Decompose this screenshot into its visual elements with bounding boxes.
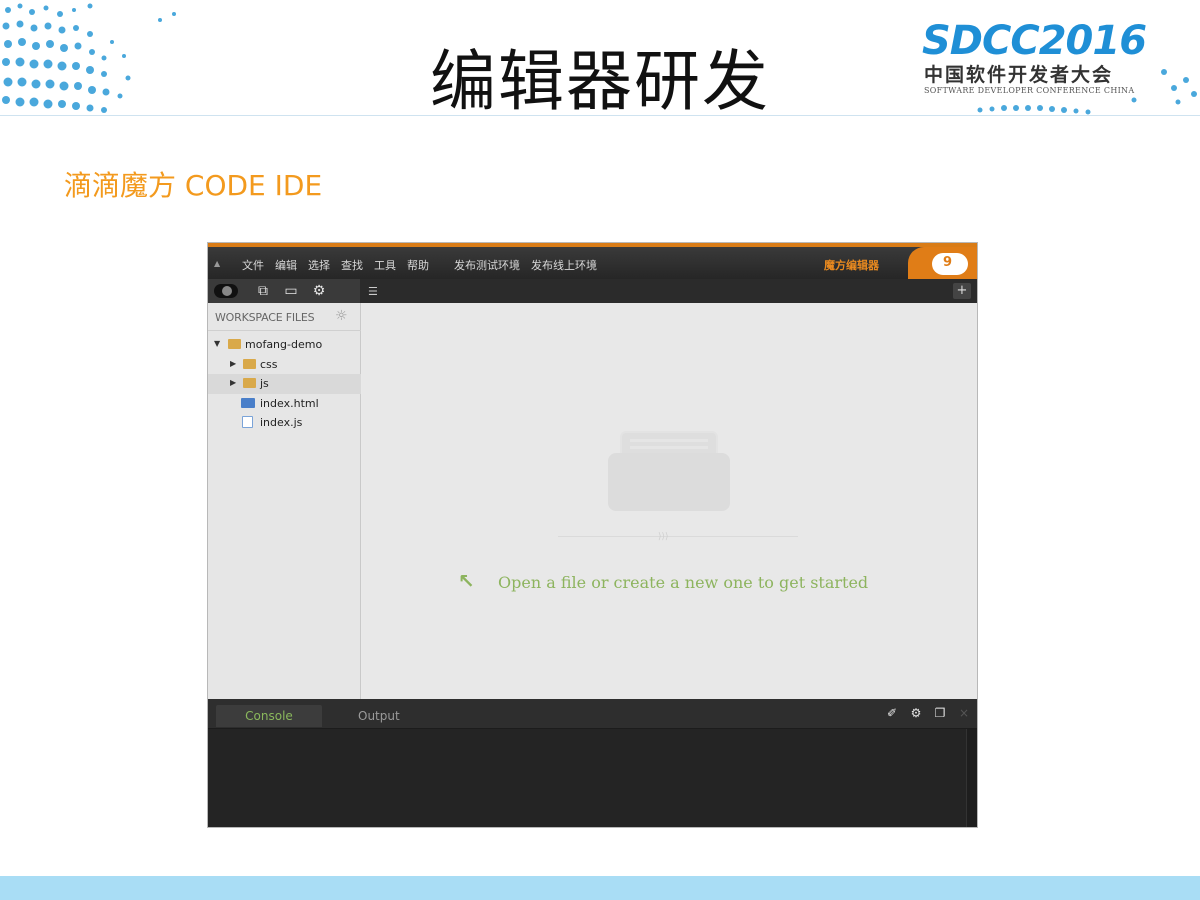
close-icon[interactable]: × (957, 706, 971, 720)
menu-tools[interactable]: 工具 (374, 257, 396, 273)
inbox-line (630, 439, 708, 442)
tree-item-label: js (260, 377, 269, 390)
tree-item-label: index.js (260, 416, 303, 429)
folder-icon (243, 358, 256, 369)
inbox-body-shape (608, 453, 730, 511)
curved-arrow-icon: ↖ (458, 569, 475, 593)
tree-item-label: mofang-demo (245, 338, 323, 351)
workspace-header: WORKSPACE FILES ☼ (208, 303, 361, 331)
brand-badge[interactable]: 9 (908, 247, 977, 279)
slide: 编辑器研发 SDCC2016 中国软件开发者大会 SOFTWARE DEVELO… (0, 0, 1200, 900)
slide-subtitle: 滴滴魔方 CODE IDE (64, 169, 323, 202)
console-tab-bar: Console Output ✐ ⚙ ❐ × (208, 699, 977, 729)
editor-area[interactable]: ⟩⟩⟩ ↖ Open a file or create a new one to… (362, 303, 977, 699)
menu-help[interactable]: 帮助 (407, 257, 429, 273)
tab-list-icon[interactable]: ☰ (368, 285, 378, 298)
slide-header: 编辑器研发 SDCC2016 中国软件开发者大会 SOFTWARE DEVELO… (0, 0, 1200, 120)
ide-brand-name: 魔方编辑器 (824, 259, 879, 272)
html-file-icon (241, 397, 255, 408)
tree-item-label: index.html (260, 396, 319, 410)
empty-state-hint: ↖ Open a file or create a new one to get… (458, 569, 977, 595)
js-file-icon (242, 416, 253, 428)
tree-item-index-js[interactable]: index.js (208, 413, 361, 433)
menu-find[interactable]: 查找 (341, 257, 363, 273)
caret-up-icon[interactable]: ▲ (214, 259, 220, 268)
console-scrollbar[interactable] (966, 729, 977, 827)
folder-icon (228, 339, 241, 349)
console-output[interactable] (208, 729, 966, 827)
decorative-dots-right (977, 69, 1197, 115)
menu-file[interactable]: 文件 (242, 257, 264, 273)
menu-list: 文件 编辑 选择 查找 工具 帮助 发布测试环境 发布线上环境 (242, 257, 608, 273)
copy-file-icon[interactable]: ⧉ (252, 282, 274, 300)
folder-icon (243, 378, 256, 388)
popout-icon[interactable]: ❐ (933, 706, 947, 720)
menu-publish-test[interactable]: 发布测试环境 (454, 257, 520, 273)
collapse-arrow-icon[interactable]: ▶ (230, 359, 236, 368)
ide-window: ▲ 文件 编辑 选择 查找 工具 帮助 发布测试环境 发布线上环境 魔方编辑器 … (207, 242, 978, 828)
workspace-title: WORKSPACE FILES (215, 311, 315, 324)
tree-item-index-html[interactable]: index.html (208, 394, 361, 414)
editor-divider (558, 536, 798, 537)
new-tab-button[interactable]: + (953, 283, 971, 299)
broom-icon[interactable]: ✐ (885, 706, 899, 720)
tab-console[interactable]: Console (216, 705, 322, 727)
ide-menubar: ▲ 文件 编辑 选择 查找 工具 帮助 发布测试环境 发布线上环境 魔方编辑器 … (208, 243, 977, 279)
footer-band (0, 876, 1200, 900)
menu-select[interactable]: 选择 (308, 257, 330, 273)
cloud-icon: 9 (932, 253, 968, 275)
menu-publish-live[interactable]: 发布线上环境 (531, 257, 597, 273)
console-panel: Console Output ✐ ⚙ ❐ × (208, 699, 977, 827)
logo-main-text: SDCC2016 (922, 18, 1147, 64)
sidebar-toolbar: ⧉ ▭ ⚙ (208, 279, 360, 303)
gear-icon[interactable]: ⚙ (308, 282, 330, 300)
tree-item-css[interactable]: ▶ css (208, 355, 361, 375)
file-tree: ▼ mofang-demo ▶ css ▶ js index.html inde… (208, 335, 361, 433)
empty-state-text: Open a file or create a new one to get s… (498, 573, 869, 592)
tab-output[interactable]: Output (346, 705, 412, 727)
folder-icon[interactable]: ▭ (280, 282, 302, 300)
workspace-sidebar: WORKSPACE FILES ☼ ▼ mofang-demo ▶ css ▶ (208, 303, 361, 699)
ide-toolbar: ⧉ ▭ ⚙ ☰ + (208, 279, 977, 303)
expand-arrow-icon[interactable]: ▼ (214, 339, 220, 348)
tree-item-js[interactable]: ▶ js (208, 374, 361, 394)
empty-inbox-icon (608, 431, 730, 511)
workspace-settings-icon[interactable]: ☼ (335, 308, 348, 324)
inbox-line (630, 446, 708, 449)
cloud-toggle-icon[interactable] (214, 284, 238, 298)
tree-item-label: css (260, 357, 278, 371)
collapse-arrow-icon[interactable]: ▶ (230, 378, 236, 387)
console-actions: ✐ ⚙ ❐ × (885, 706, 971, 720)
gear-icon[interactable]: ⚙ (909, 706, 923, 720)
divider-mark-icon: ⟩⟩⟩ (658, 532, 669, 542)
menu-edit[interactable]: 编辑 (275, 257, 297, 273)
badge-count: 9 (943, 255, 953, 270)
tree-item-mofang-demo[interactable]: ▼ mofang-demo (208, 335, 361, 355)
